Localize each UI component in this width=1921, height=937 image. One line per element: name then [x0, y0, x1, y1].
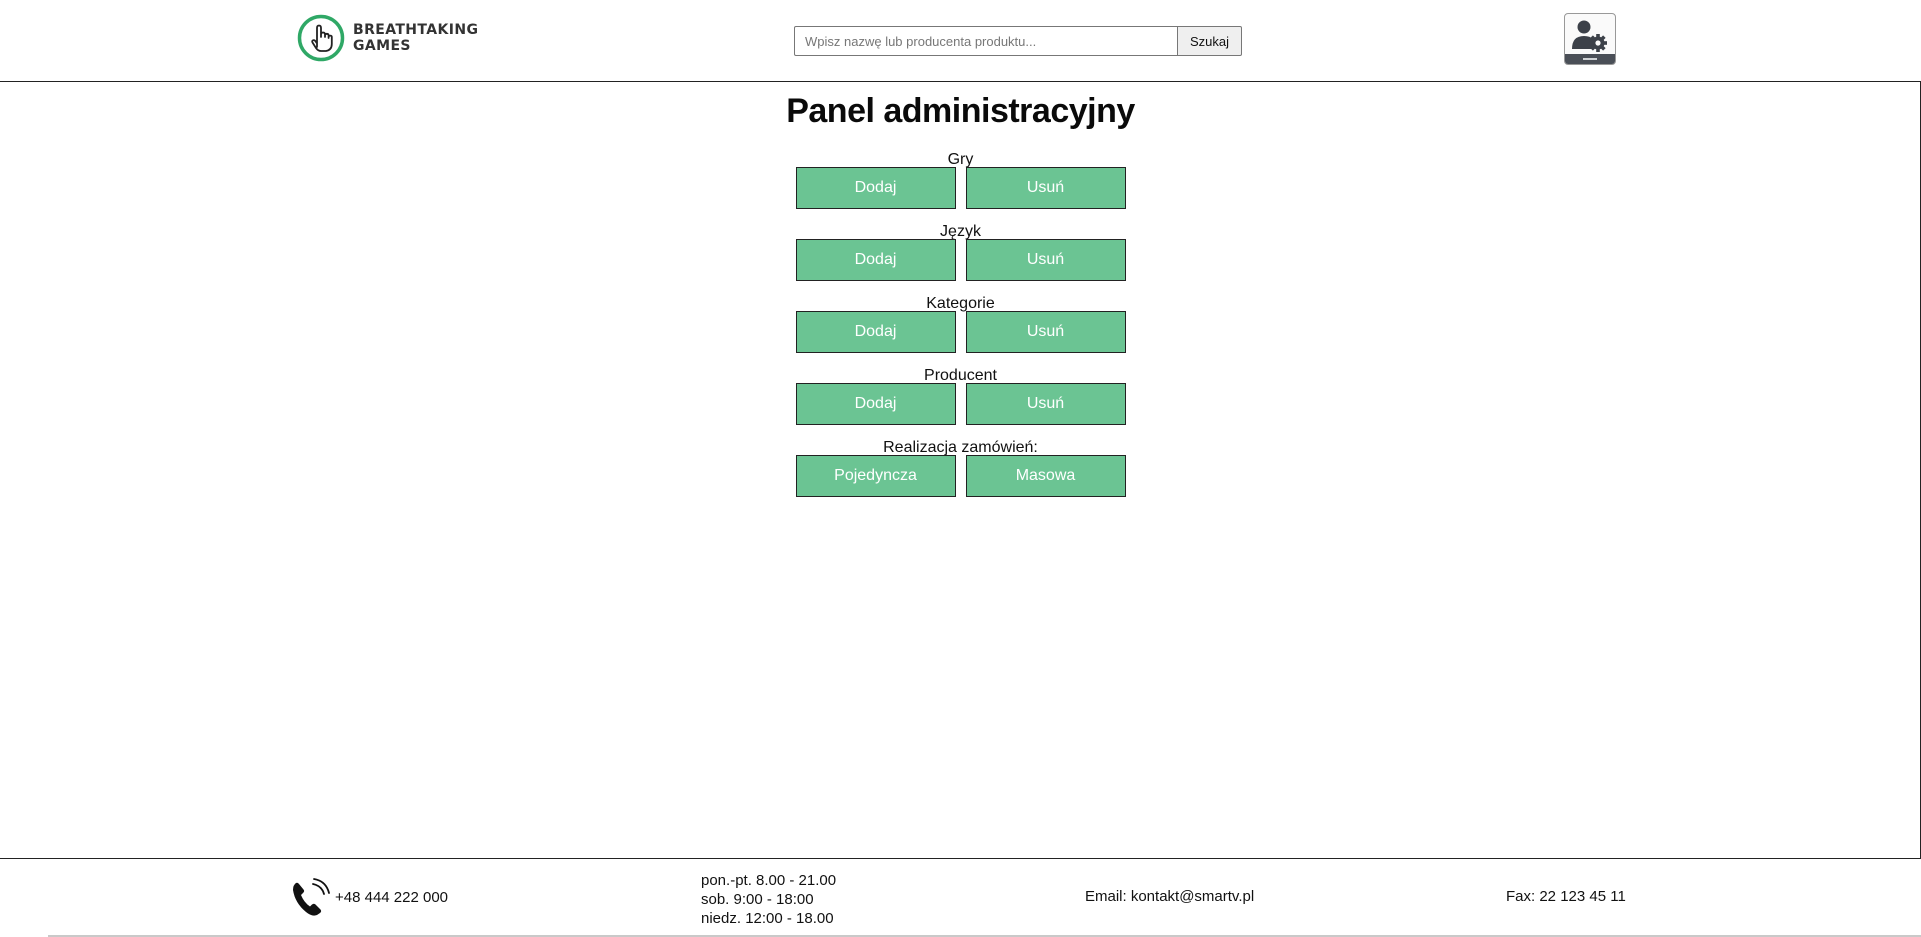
- admin-panel: Panel administracyjny Gry Dodaj Usuń Jęz…: [0, 83, 1921, 505]
- footer-email: Email: kontakt@smartv.pl: [1085, 888, 1255, 905]
- section-label: Język: [940, 223, 981, 240]
- button-row: Dodaj Usuń: [795, 167, 1126, 209]
- section-categories: Kategorie Dodaj Usuń: [795, 289, 1126, 353]
- remove-game-button[interactable]: Usuń: [965, 167, 1126, 209]
- section-label: Realizacja zamówień:: [883, 439, 1038, 456]
- site-footer: +48 444 222 000 pon.-pt. 8.00 - 21.00 so…: [0, 858, 1921, 937]
- section-games: Gry Dodaj Usuń: [795, 145, 1126, 209]
- admin-settings-icon: [1565, 20, 1615, 64]
- add-language-button[interactable]: Dodaj: [795, 239, 956, 281]
- phone-number: +48 444 222 000: [335, 888, 449, 906]
- button-row: Dodaj Usuń: [795, 383, 1126, 425]
- brand-name: BREATHTAKING GAMES: [353, 22, 478, 54]
- page-title: Panel administracyjny: [786, 92, 1135, 130]
- add-producer-button[interactable]: Dodaj: [795, 383, 956, 425]
- admin-panel-button[interactable]: [1564, 13, 1616, 65]
- search-input[interactable]: [794, 26, 1178, 56]
- site-header: BREATHTAKING GAMES Szukaj: [0, 0, 1921, 82]
- add-game-button[interactable]: Dodaj: [795, 167, 956, 209]
- section-label: Gry: [947, 151, 974, 168]
- phone-icon: [293, 878, 330, 916]
- page: BREATHTAKING GAMES Szukaj: [0, 0, 1921, 937]
- brand-line-2: GAMES: [353, 38, 411, 54]
- opening-hours: pon.-pt. 8.00 - 21.00 sob. 9:00 - 18:00 …: [701, 871, 836, 928]
- remove-category-button[interactable]: Usuń: [965, 311, 1126, 353]
- add-category-button[interactable]: Dodaj: [795, 311, 956, 353]
- button-row: Dodaj Usuń: [795, 311, 1126, 353]
- button-row: Pojedyncza Masowa: [795, 455, 1126, 497]
- footer-phone: +48 444 222 000: [287, 873, 448, 921]
- section-label: Producent: [924, 367, 997, 384]
- search-form: Szukaj: [794, 26, 1243, 56]
- section-language: Język Dodaj Usuń: [795, 217, 1126, 281]
- hours-saturday: sob. 9:00 - 18:00: [701, 891, 814, 908]
- search-button[interactable]: Szukaj: [1178, 26, 1243, 56]
- hours-weekdays: pon.-pt. 8.00 - 21.00: [701, 872, 837, 889]
- remove-producer-button[interactable]: Usuń: [965, 383, 1126, 425]
- remove-language-button[interactable]: Usuń: [965, 239, 1126, 281]
- button-row: Dodaj Usuń: [795, 239, 1126, 281]
- single-order-button[interactable]: Pojedyncza: [795, 455, 956, 497]
- footer-fax: Fax: 22 123 45 11: [1506, 888, 1626, 905]
- section-label: Kategorie: [926, 295, 995, 312]
- section-order-fulfillment: Realizacja zamówień: Pojedyncza Masowa: [795, 433, 1126, 497]
- admin-sections: Gry Dodaj Usuń Język Dodaj Usuń Kategori…: [0, 145, 1921, 497]
- bulk-order-button[interactable]: Masowa: [965, 455, 1126, 497]
- section-producer: Producent Dodaj Usuń: [795, 361, 1126, 425]
- hours-sunday: niedz. 12:00 - 18.00: [701, 910, 834, 927]
- site-logo[interactable]: BREATHTAKING GAMES: [297, 14, 478, 62]
- pointing-hand-logo-icon: [297, 14, 345, 62]
- brand-line-1: BREATHTAKING: [353, 22, 479, 38]
